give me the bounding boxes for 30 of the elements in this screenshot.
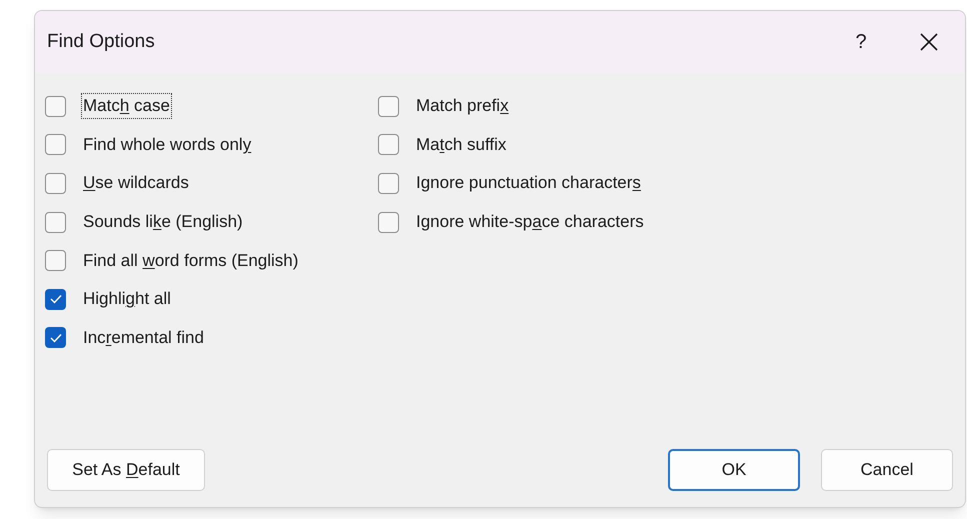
option-label[interactable]: Highlight all (81, 286, 173, 312)
option-label[interactable]: Match prefix (414, 93, 511, 120)
checkbox[interactable] (45, 327, 66, 348)
option-label[interactable]: Match suffix (414, 132, 508, 158)
checkbox[interactable] (378, 96, 399, 117)
dialog-button[interactable]: Set As Default (47, 449, 205, 491)
option-label[interactable]: Incremental find (81, 324, 206, 351)
checkbox[interactable] (378, 172, 399, 194)
checkbox[interactable] (45, 96, 66, 117)
checkbox[interactable] (45, 212, 66, 233)
checkmark-icon (50, 332, 62, 343)
checkbox[interactable] (378, 134, 399, 156)
checkbox[interactable] (45, 172, 66, 194)
option-label[interactable]: Match case (81, 93, 172, 120)
option-label[interactable]: Find whole words only (81, 132, 254, 158)
option-label[interactable]: Ignore punctuation characters (414, 170, 643, 196)
window-title: Find Options (47, 30, 155, 54)
option-label[interactable]: Use wildcards (81, 170, 191, 196)
dialog-button[interactable]: Cancel (821, 449, 953, 491)
option-label[interactable]: Ignore white-space characters (414, 209, 646, 236)
option-label[interactable]: Find all word forms (English) (81, 248, 300, 274)
help-button[interactable]: ? (839, 22, 883, 62)
close-icon (920, 33, 938, 51)
option-label[interactable]: Sounds like (English) (81, 209, 245, 236)
checkbox[interactable] (45, 288, 66, 310)
checkmark-icon (50, 294, 62, 304)
checkbox[interactable] (45, 134, 66, 156)
dialog-button[interactable]: OK (668, 449, 800, 491)
checkbox[interactable] (45, 250, 66, 272)
checkbox[interactable] (378, 212, 399, 233)
